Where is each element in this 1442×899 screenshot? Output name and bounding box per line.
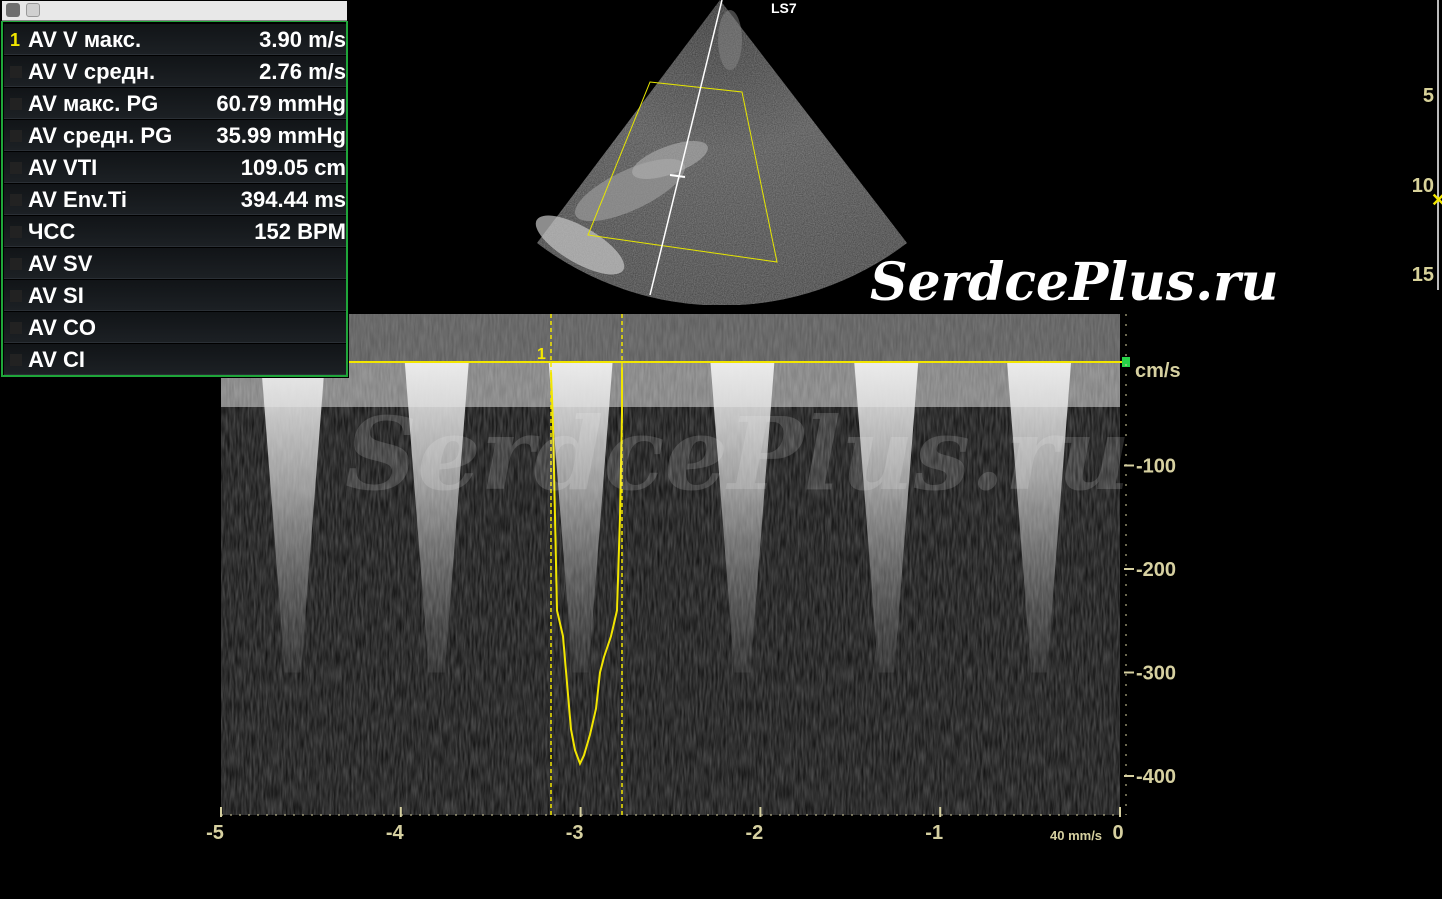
measurement-label: AV SV <box>28 251 93 276</box>
row-select-box[interactable] <box>10 322 22 334</box>
panel-close-icon[interactable] <box>6 3 20 17</box>
velocity-unit-label: cm/s <box>1135 360 1181 382</box>
row-select-box[interactable] <box>10 194 22 206</box>
measurement-value: 152 BPM <box>254 219 346 244</box>
measurement-value: 35.99 mmHg <box>216 123 346 148</box>
measurement-row[interactable]: AV SV <box>4 248 346 279</box>
depth-scale-line <box>1437 0 1439 290</box>
y-tick-label: -200 <box>1136 559 1176 581</box>
probe-label: LS7 <box>771 0 797 16</box>
measurement-label: AV макс. PG <box>28 91 159 116</box>
measurement-label: AV SI <box>28 283 84 308</box>
spectrum-speckle <box>221 314 1120 815</box>
watermark-faded: SerdcePlus.ru <box>345 395 1131 513</box>
measurement-value: 2.76 m/s <box>259 59 346 84</box>
x-tick-label: -4 <box>386 822 405 844</box>
row-select-box[interactable] <box>10 354 22 366</box>
measurement-value: 109.05 cm <box>240 155 346 180</box>
x-tick-label: -5 <box>206 822 224 844</box>
row-select-box[interactable] <box>10 98 22 110</box>
measurement-row[interactable]: AV V средн. 2.76 m/s <box>4 56 346 87</box>
row-select-box[interactable] <box>10 66 22 78</box>
measurement-row[interactable]: AV средн. PG 35.99 mmHg <box>4 120 346 151</box>
row-select-box[interactable] <box>10 258 22 270</box>
x-tick-label: -2 <box>746 822 764 844</box>
baseline-handle <box>1122 357 1130 367</box>
measurement-index: 1 <box>10 30 21 50</box>
focus-marker-icon[interactable]: ✕ <box>1431 190 1442 211</box>
row-select-box[interactable] <box>10 130 22 142</box>
measurement-row[interactable]: AV SI <box>4 280 346 311</box>
panel-settings-icon[interactable] <box>26 3 40 17</box>
sweep-speed-label: 40 mm/s <box>1050 828 1103 843</box>
measurement-value: 3.90 m/s <box>259 27 346 52</box>
row-select-box[interactable] <box>10 162 22 174</box>
panel-titlebar[interactable] <box>2 1 347 21</box>
measurement-label: AV V средн. <box>28 59 156 84</box>
measurement-panel: 1 AV V макс. 3.90 m/s AV V средн. 2.76 m/s AV… <box>0 0 349 378</box>
depth-label-5: 5 <box>1422 85 1434 107</box>
flow-jet <box>260 362 325 673</box>
measurement-label: ЧСС <box>28 219 76 244</box>
measurement-value: 60.79 mmHg <box>216 91 346 116</box>
measurement-row[interactable]: AV CI <box>4 344 346 375</box>
x-tick-label: -3 <box>566 822 584 844</box>
x-tick-label: -1 <box>925 822 943 844</box>
measurement-row[interactable]: AV Env.Ti 394.44 ms <box>4 184 346 215</box>
row-select-box[interactable] <box>10 290 22 302</box>
y-tick-label: -100 <box>1136 456 1176 478</box>
measurement-label: AV Env.Ti <box>28 187 128 212</box>
y-tick-label: -300 <box>1136 663 1176 685</box>
measurement-row[interactable]: AV макс. PG 60.79 mmHg <box>4 88 346 119</box>
measurement-row[interactable]: ЧСС 152 BPM <box>4 216 346 247</box>
measurement-label: AV CO <box>28 315 97 340</box>
y-tick-label: -400 <box>1136 766 1176 788</box>
measurement-label: AV CI <box>28 347 86 372</box>
row-select-box[interactable] <box>10 226 22 238</box>
measurement-label: AV средн. PG <box>28 123 173 148</box>
x-tick-label: 0 <box>1112 822 1123 844</box>
spectrum-background <box>221 314 1120 815</box>
measurement-row[interactable]: 1 AV V макс. 3.90 m/s <box>4 24 346 55</box>
watermark: SerdcePlus.ru <box>870 252 1279 313</box>
depth-label-15: 15 <box>1411 264 1434 286</box>
bmode-sector-image <box>535 0 907 305</box>
reverse-flow-band <box>349 314 1120 362</box>
measurement-row[interactable]: AV CO <box>4 312 346 343</box>
measurement-label: AV VTI <box>28 155 98 180</box>
measurement-label: AV V макс. <box>28 27 142 52</box>
measurement-row[interactable]: AV VTI 109.05 cm <box>4 152 346 183</box>
measurement-value: 394.44 ms <box>240 187 346 212</box>
caliper-label: 1 <box>537 346 546 363</box>
